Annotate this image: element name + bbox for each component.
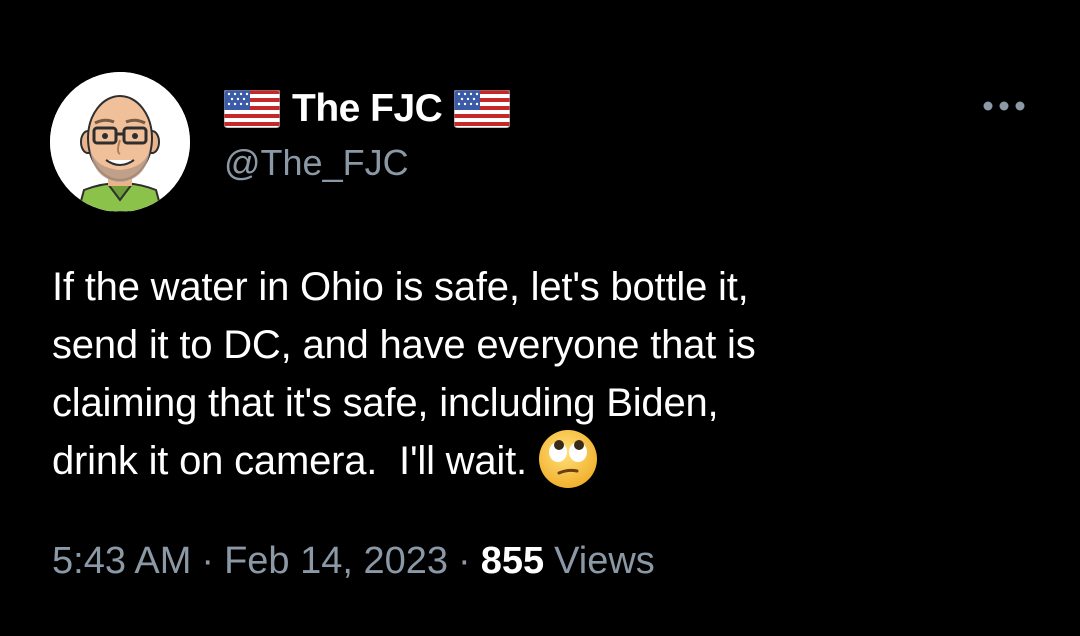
- author-block: The FJC @The_FJC: [224, 84, 511, 184]
- more-options-icon[interactable]: [978, 92, 1030, 120]
- views-label: Views: [554, 540, 655, 582]
- tweet-text: If the water in Ohio is safe, let's bott…: [52, 258, 1052, 490]
- tweet-text-line-last: drink it on camera. I'll wait.: [52, 430, 1052, 490]
- meta-separator: ·: [458, 540, 471, 582]
- tweet-card: The FJC @The_FJC If the water in Ohio is…: [0, 0, 1080, 636]
- meta-separator: ·: [201, 540, 215, 582]
- views-count[interactable]: 855: [481, 540, 544, 582]
- tweet-text-line: drink it on camera. I'll wait.: [52, 439, 527, 483]
- us-flag-icon: [454, 90, 511, 128]
- tweet-text-line: claiming that it's safe, including Biden…: [52, 381, 719, 425]
- us-flag-icon: [224, 90, 280, 128]
- handle[interactable]: @The_FJC: [224, 142, 510, 184]
- avatar[interactable]: [50, 72, 190, 212]
- name-row: The FJC: [224, 84, 511, 134]
- tweet-text-line: send it to DC, and have everyone that is: [52, 323, 756, 367]
- avatar-icon: [50, 72, 190, 212]
- tweet-text-line: If the water in Ohio is safe, let's bott…: [52, 265, 749, 309]
- tweet-meta: 5:43 AM · Feb 14, 2023 · 855 Views: [52, 540, 655, 583]
- display-name[interactable]: The FJC: [292, 87, 443, 131]
- tweet-time[interactable]: 5:43 AM: [52, 540, 191, 582]
- tweet-date[interactable]: Feb 14, 2023: [224, 540, 448, 582]
- face-with-rolling-eyes-emoji-icon: [537, 428, 599, 490]
